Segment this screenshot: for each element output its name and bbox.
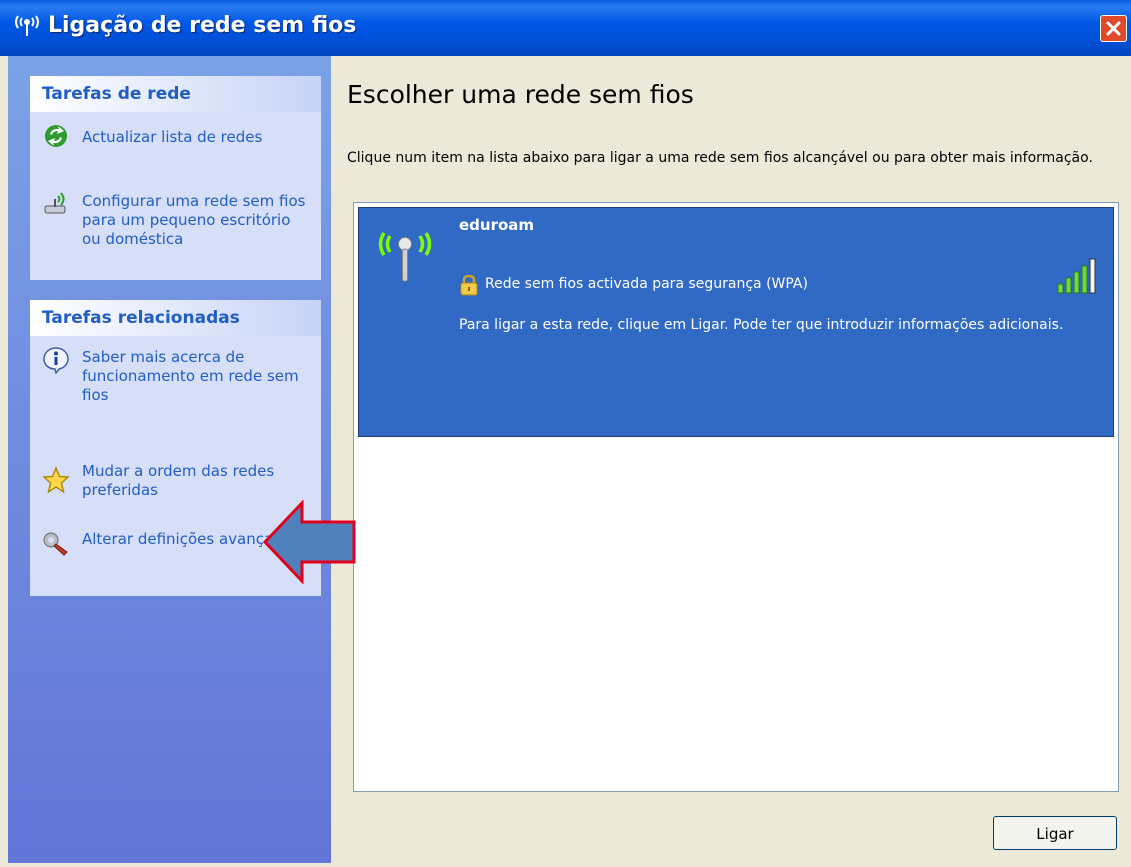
task-setup-wireless-network[interactable]: Configurar uma rede sem fios para um peq…	[30, 190, 321, 260]
wireless-antenna-icon	[378, 232, 432, 282]
network-description: Para ligar a esta rede, clique em Ligar.…	[459, 317, 1064, 333]
task-label: Saber mais acerca de funcionamento em re…	[82, 348, 299, 404]
signal-strength-icon	[1057, 258, 1096, 294]
task-label: Actualizar lista de redes	[82, 128, 263, 146]
annotation-arrow	[262, 500, 356, 584]
task-pane: Tarefas de rede Actualizar lista de rede…	[8, 56, 331, 863]
title-bar: Ligação de rede sem fios	[0, 0, 1131, 56]
lock-icon	[460, 274, 478, 296]
task-label: Mudar a ordem das redes preferidas	[82, 462, 275, 499]
network-tasks-header: Tarefas de rede	[30, 76, 321, 112]
wrench-icon	[43, 532, 68, 556]
window-title: Ligação de rede sem fios	[48, 13, 357, 38]
task-refresh-networks[interactable]: Actualizar lista de redes	[30, 122, 321, 152]
network-security-label: Rede sem fios activada para segurança (W…	[485, 276, 808, 292]
task-learn-wireless[interactable]: Saber mais acerca de funcionamento em re…	[30, 346, 321, 416]
task-label: Configurar uma rede sem fios para um peq…	[82, 192, 306, 248]
connect-button[interactable]: Ligar	[993, 816, 1117, 850]
network-list: eduroam Rede sem fios activada para segu…	[353, 202, 1119, 792]
wireless-setup-icon	[44, 192, 66, 214]
close-button[interactable]	[1100, 15, 1127, 42]
network-item-eduroam[interactable]: eduroam Rede sem fios activada para segu…	[358, 207, 1114, 437]
info-icon	[43, 347, 69, 374]
page-title: Escolher uma rede sem fios	[347, 80, 694, 109]
network-name: eduroam	[459, 216, 535, 234]
refresh-icon	[45, 125, 67, 147]
instruction-text: Clique num item na lista abaixo para lig…	[347, 150, 1093, 166]
related-tasks-header: Tarefas relacionadas	[30, 300, 321, 336]
network-tasks-panel: Tarefas de rede Actualizar lista de rede…	[30, 76, 321, 280]
close-icon	[1106, 21, 1121, 36]
wireless-network-icon	[15, 15, 39, 36]
star-icon	[42, 466, 70, 494]
main-content: Escolher uma rede sem fios Clique num it…	[331, 56, 1127, 863]
wireless-connection-window: Ligação de rede sem fios Tarefas de rede…	[0, 0, 1131, 867]
